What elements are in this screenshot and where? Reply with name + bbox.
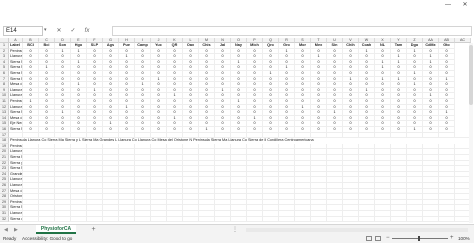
empty-cell[interactable] xyxy=(247,216,263,223)
empty-cell[interactable] xyxy=(423,216,439,223)
empty-cell[interactable] xyxy=(407,132,423,139)
empty-cell[interactable] xyxy=(375,132,391,139)
enter-icon[interactable]: ✓ xyxy=(66,26,80,36)
page-layout-icon[interactable] xyxy=(375,236,381,241)
empty-cell[interactable] xyxy=(23,216,39,223)
empty-cell[interactable] xyxy=(167,216,183,223)
more-options-icon[interactable]: ⋮ xyxy=(232,226,238,233)
zoom-level[interactable]: 100% xyxy=(458,234,470,243)
accessibility-status[interactable]: Accessibility: Good to go xyxy=(22,234,72,243)
label-cell[interactable]: Sierra de l xyxy=(9,216,23,223)
empty-cell[interactable] xyxy=(103,216,119,223)
empty-cell[interactable] xyxy=(359,216,375,223)
status-bar: Ready Accessibility: Good to go − + 100% xyxy=(0,234,474,243)
minimize-button[interactable]: — xyxy=(442,1,454,9)
sheet-tab-bar: ◀ ▶ PhysioforCA + ⋮ xyxy=(0,224,474,234)
cancel-icon[interactable]: ✕ xyxy=(52,26,66,36)
scroll-thumb[interactable] xyxy=(469,45,473,105)
empty-cell[interactable] xyxy=(391,216,407,223)
empty-cell[interactable] xyxy=(199,216,215,223)
zoom-slider[interactable] xyxy=(392,238,448,239)
empty-cell[interactable] xyxy=(343,132,359,139)
vertical-scrollbar[interactable] xyxy=(469,43,473,223)
empty-cell[interactable] xyxy=(407,216,423,223)
horizontal-scrollbar[interactable] xyxy=(246,228,468,232)
excel-window: — ✕ E14 ▾ ✕ ✓ fx ABCDEFGHIJKLMNOPQRSTUVWXY… xyxy=(0,0,474,243)
next-sheet-icon[interactable]: ▶ xyxy=(14,227,18,233)
empty-cell[interactable] xyxy=(359,132,375,139)
empty-cell[interactable] xyxy=(439,216,455,223)
chevron-down-icon[interactable]: ▾ xyxy=(44,27,47,33)
empty-cell[interactable] xyxy=(343,216,359,223)
zoom-slider-handle[interactable] xyxy=(418,236,420,241)
empty-cell[interactable] xyxy=(87,216,103,223)
formula-bar: E14 ▾ ✕ ✓ fx xyxy=(0,26,474,36)
formula-input[interactable] xyxy=(112,26,472,36)
add-sheet-button[interactable]: + xyxy=(89,225,98,234)
normal-view-icon[interactable] xyxy=(366,236,372,241)
empty-cell[interactable] xyxy=(327,216,343,223)
empty-cell[interactable] xyxy=(311,216,327,223)
sheet-tab-physioforca[interactable]: PhysioforCA xyxy=(36,225,76,234)
empty-cell[interactable] xyxy=(231,216,247,223)
row-header-32[interactable]: 32 xyxy=(0,216,9,223)
empty-cell[interactable] xyxy=(119,216,135,223)
empty-cell[interactable] xyxy=(71,216,87,223)
empty-cell[interactable] xyxy=(215,216,231,223)
empty-cell[interactable] xyxy=(391,132,407,139)
empty-cell[interactable] xyxy=(439,132,455,139)
empty-cell[interactable] xyxy=(295,216,311,223)
name-box[interactable]: E14 xyxy=(3,26,43,36)
zoom-in-button[interactable]: + xyxy=(450,234,454,243)
empty-cell[interactable] xyxy=(327,132,343,139)
spreadsheet-grid[interactable]: A B C D E F G H I J K L M N O P Q R S T U V W X Y Z AA AB AC 1 Label BC… xyxy=(0,38,474,224)
empty-cell[interactable] xyxy=(279,216,295,223)
empty-cell[interactable] xyxy=(151,216,167,223)
close-button[interactable]: ✕ xyxy=(459,1,471,9)
empty-cell[interactable] xyxy=(423,132,439,139)
prev-sheet-icon[interactable]: ◀ xyxy=(4,227,8,233)
title-bar: — ✕ xyxy=(0,0,474,14)
status-ready: Ready xyxy=(3,236,17,241)
empty-cell[interactable] xyxy=(375,216,391,223)
formula-controls: ✕ ✓ fx xyxy=(52,26,112,36)
empty-cell[interactable] xyxy=(135,216,151,223)
empty-cell[interactable] xyxy=(263,216,279,223)
empty-cell[interactable] xyxy=(55,216,71,223)
empty-cell[interactable] xyxy=(39,216,55,223)
empty-cell[interactable] xyxy=(183,216,199,223)
fx-icon[interactable]: fx xyxy=(80,26,94,36)
zoom-out-button[interactable]: − xyxy=(386,234,390,243)
